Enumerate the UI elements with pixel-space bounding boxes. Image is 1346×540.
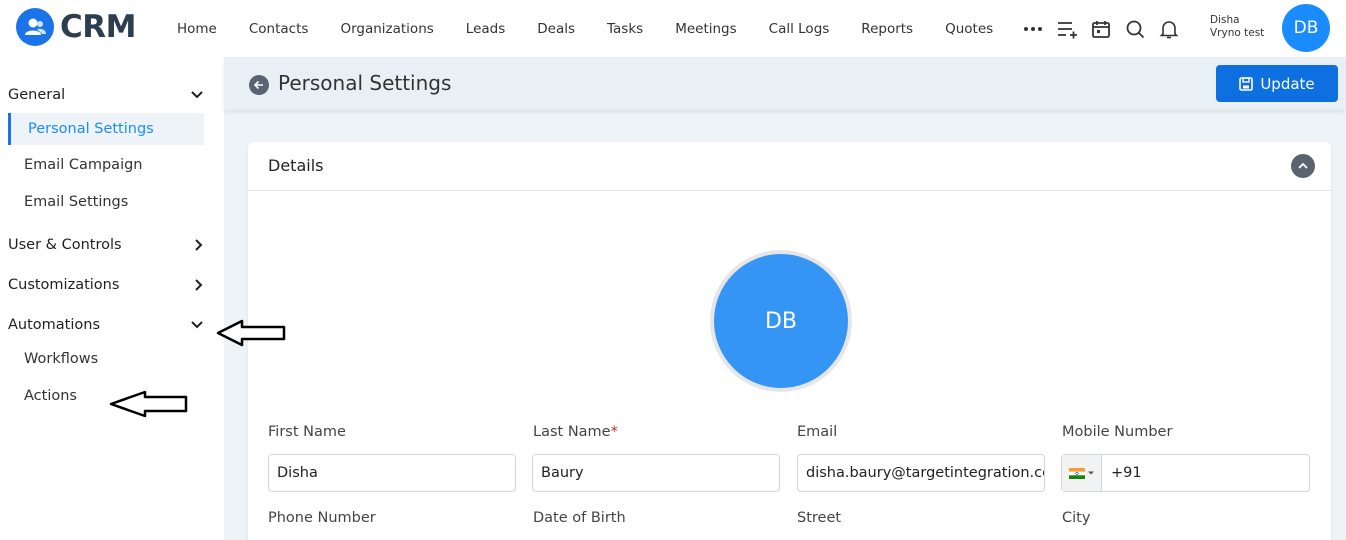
profile-avatar[interactable]: DB — [710, 250, 852, 392]
sidebar-section-label: User & Controls — [8, 237, 122, 253]
details-card-header: Details — [248, 142, 1331, 191]
nav-call-logs[interactable]: Call Logs — [753, 21, 846, 37]
country-code-select[interactable] — [1062, 455, 1102, 491]
sidebar-item-email-settings[interactable]: Email Settings — [24, 194, 128, 210]
sidebar-section-customizations[interactable]: Customizations — [8, 277, 204, 293]
last-name-label: Last Name* — [533, 424, 618, 440]
nav-deals[interactable]: Deals — [521, 21, 591, 37]
chevron-right-icon — [195, 239, 203, 251]
save-icon — [1239, 76, 1254, 91]
nav-meetings[interactable]: Meetings — [659, 21, 752, 37]
sidebar-section-label: Customizations — [8, 277, 120, 293]
nav-reports[interactable]: Reports — [845, 21, 929, 37]
sidebar-section-automations[interactable]: Automations — [8, 317, 204, 333]
chevron-down-icon — [191, 321, 203, 329]
date-of-birth-label: Date of Birth — [533, 510, 626, 526]
user-avatar[interactable]: DB — [1282, 4, 1330, 52]
update-button-label: Update — [1260, 74, 1315, 93]
sidebar-section-label: General — [8, 87, 66, 103]
email-input[interactable]: disha.baury@targetintegration.com — [797, 454, 1045, 492]
top-navbar: CRM Home Contacts Organizations Leads De… — [0, 0, 1346, 57]
sidebar-item-personal-settings[interactable]: Personal Settings — [8, 113, 204, 145]
details-card: Details DB First Name Last Name* Email M… — [248, 142, 1331, 540]
sidebar-section-label: Automations — [8, 317, 101, 333]
sidebar-item-email-campaign[interactable]: Email Campaign — [24, 157, 143, 173]
update-button[interactable]: Update — [1216, 65, 1338, 102]
user-org: Vryno test — [1210, 27, 1265, 39]
page-title: Personal Settings — [278, 71, 452, 95]
mobile-number-field: +91 — [1061, 454, 1310, 492]
details-title: Details — [268, 156, 324, 175]
crm-logo[interactable]: CRM — [16, 8, 136, 46]
nav-home[interactable]: Home — [161, 21, 233, 37]
annotation-arrow-icon — [216, 319, 286, 347]
user-info[interactable]: Disha Vryno test — [1210, 14, 1264, 40]
chevron-down-icon — [191, 91, 203, 99]
sidebar-section-user-controls[interactable]: User & Controls — [8, 237, 204, 253]
first-name-label: First Name — [268, 424, 346, 440]
nav-quotes[interactable]: Quotes — [929, 21, 1009, 37]
mobile-number-label: Mobile Number — [1062, 424, 1173, 440]
street-label: Street — [797, 510, 842, 526]
city-label: City — [1062, 510, 1091, 526]
nav-leads[interactable]: Leads — [450, 21, 521, 37]
chevron-up-icon[interactable] — [1291, 154, 1315, 178]
nav-tasks[interactable]: Tasks — [591, 21, 659, 37]
main-content: Personal Settings Update Details DB Firs… — [224, 57, 1346, 540]
search-icon[interactable] — [1122, 16, 1148, 42]
chevron-right-icon — [195, 279, 203, 291]
nav-contacts[interactable]: Contacts — [233, 21, 325, 37]
nav-icon-group — [1020, 0, 1190, 57]
caret-down-icon — [1087, 471, 1094, 475]
sidebar-item-actions[interactable]: Actions — [24, 388, 77, 404]
back-arrow-icon[interactable] — [249, 75, 269, 95]
page-header: Personal Settings Update — [224, 57, 1346, 110]
logo-text: CRM — [60, 9, 136, 45]
india-flag-icon — [1068, 467, 1085, 479]
settings-sidebar: General Personal Settings Email Campaign… — [0, 57, 224, 540]
mobile-number-input[interactable]: +91 — [1111, 465, 1142, 481]
email-label: Email — [797, 424, 838, 440]
more-icon[interactable] — [1020, 16, 1046, 42]
bell-icon[interactable] — [1156, 16, 1182, 42]
add-list-icon[interactable] — [1054, 16, 1080, 42]
phone-number-label: Phone Number — [268, 510, 376, 526]
main-nav: Home Contacts Organizations Leads Deals … — [161, 0, 1009, 57]
annotation-arrow-icon — [109, 390, 188, 418]
sidebar-item-workflows[interactable]: Workflows — [24, 351, 98, 367]
last-name-input[interactable]: Baury — [532, 454, 780, 492]
required-asterisk: * — [610, 424, 618, 440]
last-name-label-text: Last Name — [533, 424, 611, 440]
nav-organizations[interactable]: Organizations — [324, 21, 449, 37]
user-name: Disha — [1210, 14, 1240, 26]
user-group-logo-icon — [16, 8, 54, 46]
calendar-icon[interactable] — [1088, 16, 1114, 42]
first-name-input[interactable]: Disha — [268, 454, 516, 492]
sidebar-section-general[interactable]: General — [8, 87, 204, 103]
